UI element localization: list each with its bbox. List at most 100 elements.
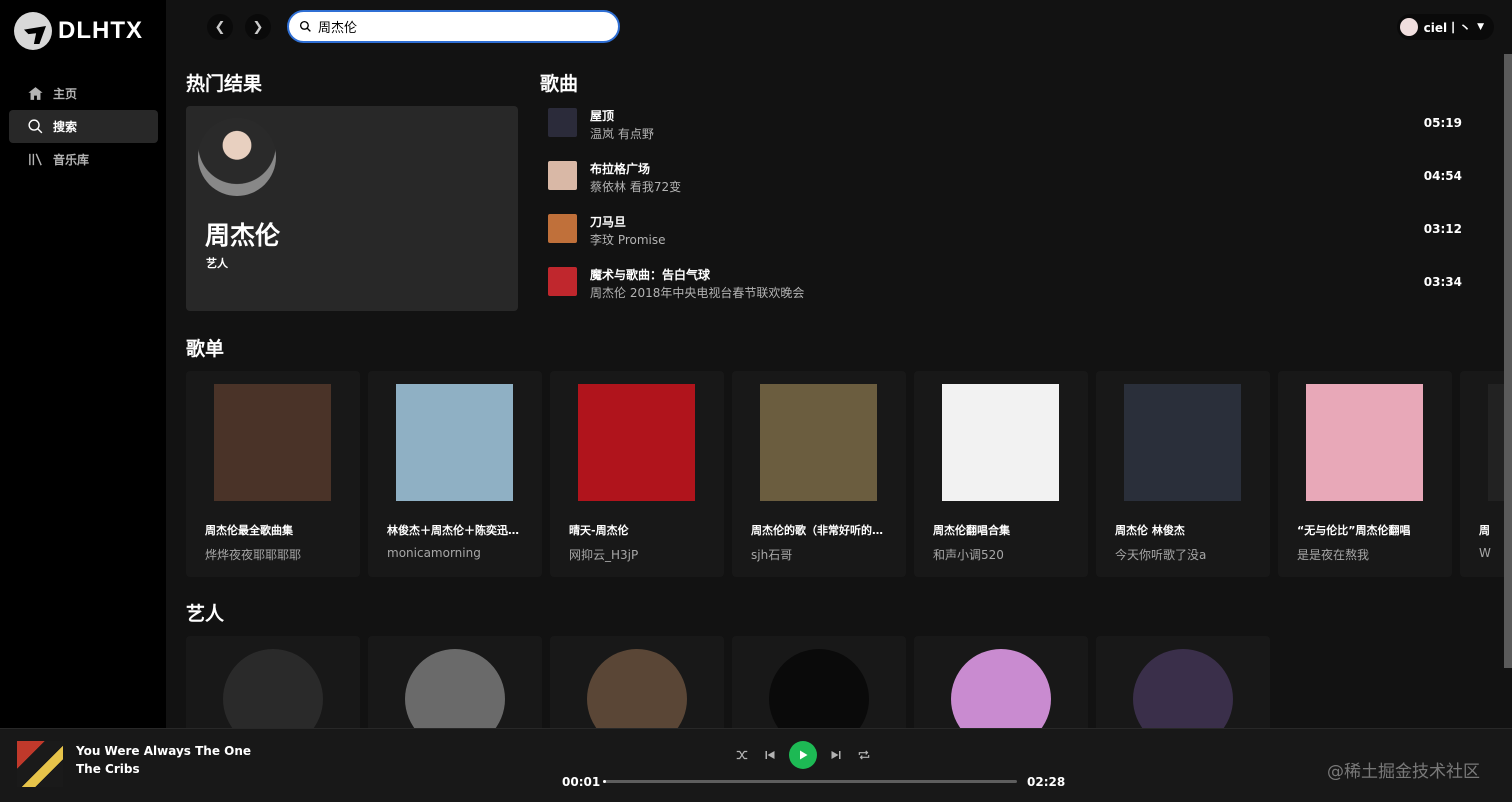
playlist-creator: 烨烨夜夜耶耶耶耶 xyxy=(205,548,302,562)
top-result-card[interactable]: 周杰伦 艺人 xyxy=(186,106,518,311)
playlist-cover xyxy=(1306,384,1423,501)
now-playing-title[interactable]: You Were Always The One xyxy=(76,744,251,758)
progress-bar[interactable] xyxy=(603,780,1017,783)
playlist-creator: sjh石哥 xyxy=(751,548,793,562)
section-title-songs: 歌曲 xyxy=(540,73,579,95)
playlist-creator: monicamorning xyxy=(387,546,481,560)
sidebar-item-library[interactable]: 音乐库 xyxy=(9,143,158,176)
logo-mark-icon xyxy=(14,12,52,50)
song-duration: 04:54 xyxy=(1423,169,1462,183)
user-name: ciel丨丶 xyxy=(1423,20,1472,35)
sidebar-item-home[interactable]: 主页 xyxy=(9,77,158,110)
song-artist: 周杰伦 2018年中央电视台春节联欢晚会 xyxy=(590,286,805,300)
song-row[interactable]: 魔术与歌曲：告白气球 周杰伦 2018年中央电视台春节联欢晚会 03:34 xyxy=(538,257,1488,310)
skip-forward-icon xyxy=(831,751,841,759)
total-time: 02:28 xyxy=(1027,775,1066,789)
playlist-card[interactable]: 周杰伦 林俊杰 今天你听歌了没a xyxy=(1096,371,1270,577)
artist-card[interactable] xyxy=(732,636,906,728)
artist-avatar xyxy=(587,649,687,728)
next-button[interactable] xyxy=(827,746,845,764)
repeat-icon xyxy=(858,750,870,760)
playlist-card[interactable]: 周杰伦的歌（非常好听的歌） sjh石哥 xyxy=(732,371,906,577)
repeat-button[interactable] xyxy=(855,746,873,764)
search-input[interactable] xyxy=(318,19,608,34)
playlist-card[interactable]: 林俊杰＋周杰伦＋陈奕迅＋薛之谦 monicamorning xyxy=(368,371,542,577)
playlist-card[interactable]: 周杰伦最全歌曲集 烨烨夜夜耶耶耶耶 xyxy=(186,371,360,577)
play-icon xyxy=(800,750,808,760)
song-title: 魔术与歌曲：告白气球 xyxy=(590,268,711,282)
sidebar-item-label: 搜索 xyxy=(53,120,78,134)
artist-card[interactable] xyxy=(186,636,360,728)
song-row[interactable]: 布拉格广场 蔡依林 看我72变 04:54 xyxy=(538,151,1488,204)
top-result-type: 艺人 xyxy=(206,257,228,270)
playlist-card[interactable]: 周杰伦翻唱合集 和声小调520 xyxy=(914,371,1088,577)
play-button[interactable] xyxy=(789,741,817,769)
library-icon xyxy=(26,151,44,169)
song-list: 屋顶 温岚 有点野 05:19 布拉格广场 蔡依林 看我72变 04:54 刀马… xyxy=(538,98,1488,310)
playback-controls xyxy=(733,741,873,769)
now-playing-artist[interactable]: The Cribs xyxy=(76,762,140,776)
song-duration: 03:34 xyxy=(1423,275,1462,289)
progress-fill xyxy=(603,780,606,783)
song-cover xyxy=(548,161,577,190)
playlist-creator: 网抑云_H3jP xyxy=(569,548,639,562)
artist-card[interactable] xyxy=(1096,636,1270,728)
song-cover xyxy=(548,108,577,137)
playlist-creator: 今天你听歌了没a xyxy=(1115,548,1207,562)
top-result-avatar xyxy=(198,118,276,196)
playlist-cover xyxy=(942,384,1059,501)
current-time: 00:01 xyxy=(562,775,601,789)
playlist-title: 周杰伦翻唱合集 xyxy=(933,524,1010,537)
section-title-top-result: 热门结果 xyxy=(186,73,263,95)
back-button[interactable]: ❮ xyxy=(207,14,233,40)
shuffle-icon xyxy=(736,750,748,760)
playlist-title: 林俊杰＋周杰伦＋陈奕迅＋薛之谦 xyxy=(387,524,527,537)
playlist-creator: 和声小调520 xyxy=(933,548,1004,562)
logo-text: DLHTX xyxy=(58,17,143,44)
chevron-left-icon: ❮ xyxy=(214,19,226,35)
song-row[interactable]: 刀马旦 李玟 Promise 03:12 xyxy=(538,204,1488,257)
playlist-cover xyxy=(578,384,695,501)
artist-card[interactable] xyxy=(368,636,542,728)
previous-button[interactable] xyxy=(761,746,779,764)
song-artist: 蔡依林 看我72变 xyxy=(590,180,682,194)
sidebar-nav: 主页 搜索 音乐库 xyxy=(9,77,158,176)
playlist-card[interactable]: 晴天-周杰伦 网抑云_H3jP xyxy=(550,371,724,577)
playlist-card[interactable]: “无与伦比”周杰伦翻唱 是是夜在熬我 xyxy=(1278,371,1452,577)
chevron-down-icon: ▼ xyxy=(1477,22,1484,32)
player-bar: You Were Always The One The Cribs 00:01 … xyxy=(0,728,1512,802)
chevron-right-icon: ❯ xyxy=(252,19,264,35)
artist-card[interactable] xyxy=(914,636,1088,728)
song-artist: 温岚 有点野 xyxy=(590,127,654,141)
song-artist: 李玟 Promise xyxy=(590,233,666,247)
song-row[interactable]: 屋顶 温岚 有点野 05:19 xyxy=(538,98,1488,151)
playlist-cover xyxy=(760,384,877,501)
artist-card[interactable] xyxy=(550,636,724,728)
forward-button[interactable]: ❯ xyxy=(245,14,271,40)
artist-avatar xyxy=(769,649,869,728)
sidebar-item-label: 主页 xyxy=(53,87,78,101)
playlist-title: 周杰伦的歌（非常好听的歌） xyxy=(751,524,891,537)
song-duration: 03:12 xyxy=(1423,222,1462,236)
playlist-title: 周杰伦最全歌曲集 xyxy=(205,524,293,537)
artist-avatar xyxy=(223,649,323,728)
playlist-cover xyxy=(1124,384,1241,501)
user-menu-button[interactable]: ciel丨丶 ▼ xyxy=(1396,14,1494,40)
search-icon xyxy=(26,118,44,136)
song-duration: 05:19 xyxy=(1423,116,1462,130)
avatar xyxy=(1399,18,1418,36)
watermark: @稀土掘金技术社区 xyxy=(1327,762,1480,782)
now-playing-cover[interactable] xyxy=(17,741,63,787)
song-title: 布拉格广场 xyxy=(590,162,651,176)
sidebar-item-search[interactable]: 搜索 xyxy=(9,110,158,143)
logo[interactable]: DLHTX xyxy=(14,12,143,50)
sidebar: DLHTX 主页 搜索 音乐库 xyxy=(0,0,166,728)
shuffle-button[interactable] xyxy=(733,746,751,764)
main-content: ❮ ❯ ciel丨丶 ▼ 热门结果 周杰伦 艺人 歌曲 屋顶 温岚 有点野 05… xyxy=(166,0,1512,728)
playlist-title: “无与伦比”周杰伦翻唱 xyxy=(1297,524,1411,537)
scrollbar-thumb[interactable] xyxy=(1504,54,1512,668)
sidebar-item-label: 音乐库 xyxy=(53,153,90,167)
topbar: ❮ ❯ ciel丨丶 ▼ xyxy=(166,0,1512,54)
skip-back-icon xyxy=(765,751,775,759)
section-title-playlists: 歌单 xyxy=(186,338,225,360)
